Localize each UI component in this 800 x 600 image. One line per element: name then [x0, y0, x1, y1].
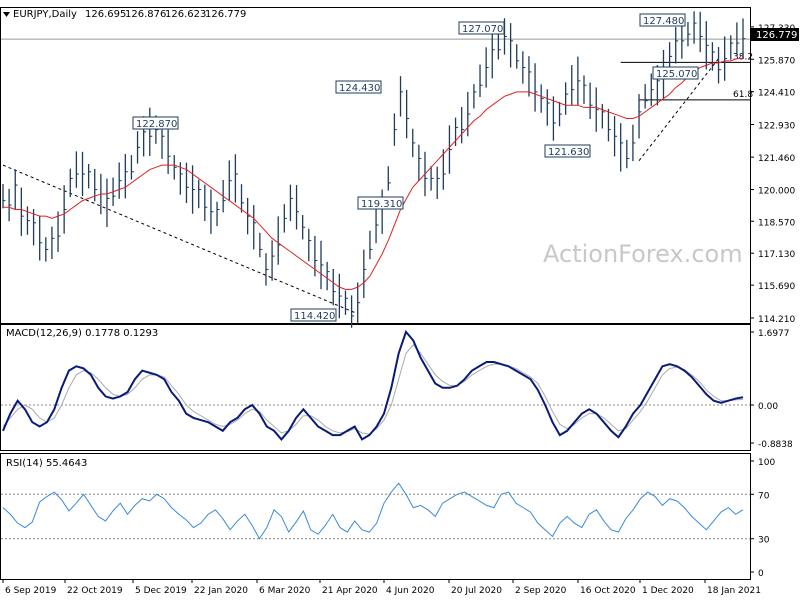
- price-annotation: 127.070: [458, 21, 505, 35]
- price-annotation-text: 124.430: [339, 83, 380, 94]
- y-tick-label: 115.690: [758, 282, 795, 292]
- current-price-tag: 126.779: [751, 28, 799, 41]
- x-tick-label: 1 Dec 2020: [642, 586, 694, 596]
- current-price-value: 126.779: [756, 30, 797, 41]
- y-tick-label: 122.930: [758, 122, 795, 132]
- x-tick-label: 21 Apr 2020: [322, 586, 378, 596]
- y-tick-label: 118.570: [758, 218, 795, 228]
- y-tick-label: 125.870: [758, 56, 795, 66]
- x-tick-label: 2 Sep 2020: [515, 586, 567, 596]
- macd-label: MACD(12,26,9) 0.1778 0.1293: [6, 328, 158, 339]
- x-tick-label: 20 Jul 2020: [451, 586, 502, 596]
- price-annotation-text: 114.420: [294, 311, 335, 322]
- watermark: ActionForex.com: [543, 240, 743, 268]
- price-annotation: 124.430: [335, 80, 382, 94]
- ohlc-low: 126.623: [165, 9, 206, 20]
- macd-y-tick-label: 0.00: [758, 402, 778, 412]
- ohlc-high: 126.876: [125, 9, 166, 20]
- x-tick-label: 22 Oct 2019: [67, 586, 123, 596]
- rsi-y-tick-label: 70: [758, 491, 770, 501]
- x-tick-label: 22 Jan 2020: [194, 586, 248, 596]
- price-annotation: 121.630: [544, 144, 591, 158]
- price-header: EURJPY,Daily 126.695 126.876 126.623 126…: [3, 9, 246, 20]
- price-panel: [0, 7, 751, 324]
- y-tick-label: 117.130: [758, 250, 795, 260]
- price-annotation: 127.480: [639, 13, 686, 27]
- price-annotation-text: 127.480: [643, 16, 684, 27]
- x-tick-label: 16 Oct 2020: [580, 586, 636, 596]
- y-axis-ticks: 127.330125.870124.410122.930121.460120.0…: [750, 24, 795, 579]
- rsi-label: RSI(14) 55.4643: [6, 458, 87, 469]
- price-annotation-text: 122.870: [136, 119, 177, 130]
- price-annotation-text: 127.070: [462, 24, 503, 35]
- price-annotation-text: 119.310: [361, 199, 402, 210]
- price-annotation: 119.310: [357, 196, 404, 210]
- macd-panel: [0, 324, 751, 451]
- y-tick-label: 121.460: [758, 154, 795, 164]
- y-tick-label: 114.210: [758, 315, 795, 325]
- macd-y-tick-label: -0.8838: [758, 440, 793, 450]
- x-tick-label: 6 Mar 2020: [259, 586, 311, 596]
- forex-chart: ActionForex.com EURJPY,Daily 126.695 126…: [0, 7, 799, 596]
- price-annotation-text: 121.630: [548, 147, 589, 158]
- y-tick-label: 124.410: [758, 89, 795, 99]
- rsi-y-tick-label: 100: [758, 458, 775, 468]
- macd-y-tick-label: 1.6977: [758, 329, 790, 339]
- y-tick-label: 120.000: [758, 187, 795, 197]
- rsi-panel: [0, 453, 751, 580]
- price-annotation: 125.070: [652, 66, 699, 80]
- ohlc-open: 126.695: [85, 9, 126, 20]
- x-tick-label: 18 Jan 2021: [707, 586, 761, 596]
- ohlc-close: 126.779: [205, 9, 246, 20]
- rsi-y-tick-label: 0: [758, 569, 764, 579]
- symbol-label: EURJPY,Daily: [13, 9, 77, 20]
- x-tick-label: 5 Dec 2019: [135, 586, 187, 596]
- x-axis-ticks: 6 Sep 2019 22 Oct 2019 5 Dec 2019 22 Jan 20…: [2, 579, 761, 596]
- price-annotation-text: 125.070: [656, 69, 697, 80]
- rsi-y-tick-label: 30: [758, 536, 770, 546]
- x-tick-label: 6 Sep 2019: [5, 586, 57, 596]
- price-annotation: 114.420: [290, 308, 337, 322]
- x-tick-label: 4 Jun 2020: [386, 586, 435, 596]
- price-annotation: 122.870: [132, 116, 179, 130]
